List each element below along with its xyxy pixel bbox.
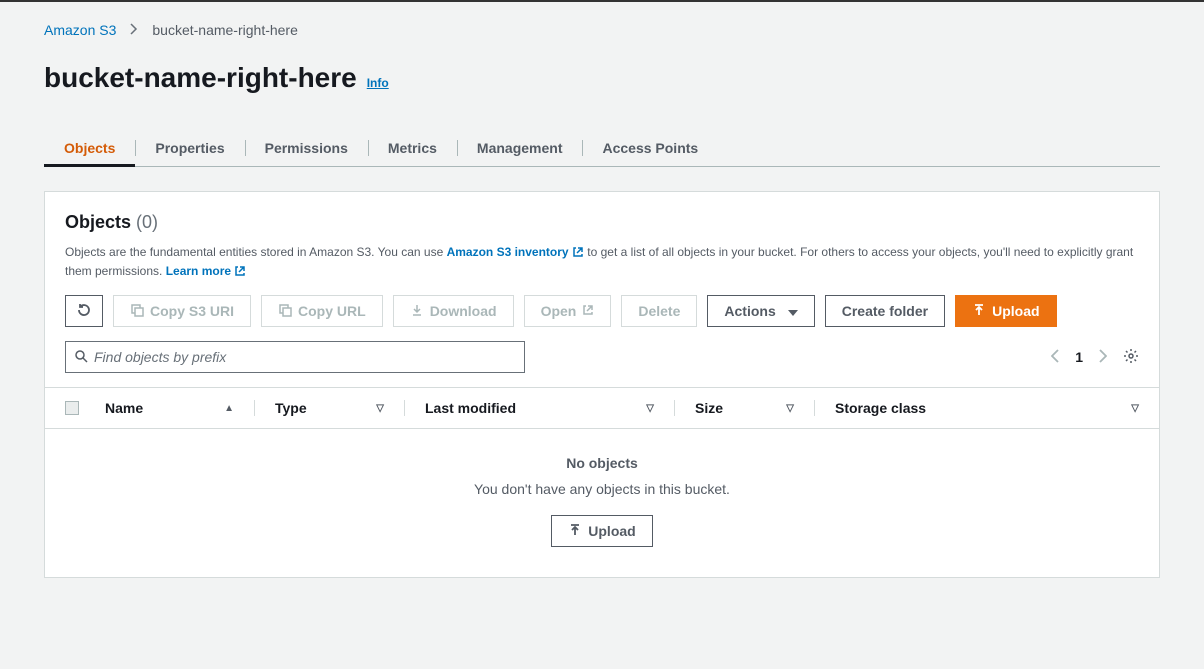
column-last-modified[interactable]: Last modified ▽ <box>425 400 675 416</box>
copy-icon <box>130 303 144 320</box>
column-name[interactable]: Name ▲ <box>105 400 255 416</box>
copy-s3-uri-label: Copy S3 URI <box>150 303 234 319</box>
panel-count: (0) <box>136 212 158 232</box>
column-size[interactable]: Size ▽ <box>695 400 815 416</box>
table-header: Name ▲ Type ▽ Last modified ▽ Size ▽ Sto… <box>45 387 1159 429</box>
download-icon <box>410 303 424 320</box>
panel-title: Objects (0) <box>65 212 1139 233</box>
page-prev-icon[interactable] <box>1051 349 1059 366</box>
tab-metrics[interactable]: Metrics <box>388 130 437 166</box>
column-type-label: Type <box>275 400 307 416</box>
breadcrumb-root[interactable]: Amazon S3 <box>44 22 116 38</box>
upload-icon <box>568 523 582 540</box>
sort-icon: ▽ <box>1131 403 1139 414</box>
column-name-label: Name <box>105 400 143 416</box>
refresh-button[interactable] <box>65 295 103 327</box>
tab-objects[interactable]: Objects <box>64 130 115 166</box>
pager: 1 <box>1051 348 1139 367</box>
tab-management[interactable]: Management <box>477 130 563 166</box>
page-number: 1 <box>1075 349 1083 365</box>
empty-title: No objects <box>45 455 1159 471</box>
page-title: bucket-name-right-here <box>44 62 357 94</box>
upload-button[interactable]: Upload <box>955 295 1056 327</box>
search-input[interactable] <box>94 349 516 365</box>
column-storage-label: Storage class <box>835 400 926 416</box>
sort-icon: ▽ <box>376 403 384 414</box>
toolbar: Copy S3 URI Copy URL Download Open <box>65 295 1139 327</box>
copy-url-label: Copy URL <box>298 303 366 319</box>
external-link-icon <box>582 303 594 319</box>
panel-desc-part-a: Objects are the fundamental entities sto… <box>65 245 447 259</box>
upload-label: Upload <box>992 303 1039 319</box>
caret-down-icon <box>788 303 798 319</box>
download-button[interactable]: Download <box>393 295 514 327</box>
delete-label: Delete <box>638 303 680 319</box>
breadcrumb: Amazon S3 bucket-name-right-here <box>44 22 1160 38</box>
actions-button[interactable]: Actions <box>707 295 814 327</box>
tab-properties[interactable]: Properties <box>155 130 224 166</box>
learn-more-link[interactable]: Learn more <box>166 264 247 278</box>
open-button[interactable]: Open <box>524 295 612 327</box>
tab-access-points[interactable]: Access Points <box>602 130 698 166</box>
column-size-label: Size <box>695 400 723 416</box>
open-label: Open <box>541 303 577 319</box>
create-folder-button[interactable]: Create folder <box>825 295 945 327</box>
search-icon <box>74 349 88 366</box>
tabs: Objects Properties Permissions Metrics M… <box>44 130 1160 167</box>
panel-description: Objects are the fundamental entities sto… <box>65 243 1139 281</box>
inventory-link[interactable]: Amazon S3 inventory <box>447 245 584 259</box>
select-all-checkbox[interactable] <box>65 401 79 415</box>
external-link-icon <box>234 264 246 276</box>
breadcrumb-current: bucket-name-right-here <box>152 22 298 38</box>
info-link[interactable]: Info <box>367 76 389 90</box>
external-link-icon <box>572 245 584 257</box>
upload-icon <box>972 303 986 320</box>
panel-title-text: Objects <box>65 212 131 232</box>
empty-upload-label: Upload <box>588 523 635 539</box>
download-label: Download <box>430 303 497 319</box>
delete-button[interactable]: Delete <box>621 295 697 327</box>
objects-panel: Objects (0) Objects are the fundamental … <box>44 191 1160 578</box>
learn-more-label: Learn more <box>166 264 231 278</box>
page-next-icon[interactable] <box>1099 349 1107 366</box>
column-storage-class[interactable]: Storage class ▽ <box>835 400 1139 416</box>
column-type[interactable]: Type ▽ <box>275 400 405 416</box>
inventory-link-label: Amazon S3 inventory <box>447 245 569 259</box>
copy-s3-uri-button[interactable]: Copy S3 URI <box>113 295 251 327</box>
sort-icon: ▽ <box>646 403 654 414</box>
copy-icon <box>278 303 292 320</box>
create-folder-label: Create folder <box>842 303 928 319</box>
empty-upload-button[interactable]: Upload <box>551 515 652 547</box>
empty-subtitle: You don't have any objects in this bucke… <box>45 481 1159 497</box>
refresh-icon <box>76 302 92 321</box>
copy-url-button[interactable]: Copy URL <box>261 295 383 327</box>
settings-icon[interactable] <box>1123 348 1139 367</box>
sort-asc-icon: ▲ <box>224 403 234 414</box>
sort-icon: ▽ <box>786 403 794 414</box>
chevron-right-icon <box>130 22 138 38</box>
tab-permissions[interactable]: Permissions <box>265 130 348 166</box>
empty-state: No objects You don't have any objects in… <box>45 429 1159 577</box>
actions-label: Actions <box>724 303 775 319</box>
search-box[interactable] <box>65 341 525 373</box>
column-modified-label: Last modified <box>425 400 516 416</box>
